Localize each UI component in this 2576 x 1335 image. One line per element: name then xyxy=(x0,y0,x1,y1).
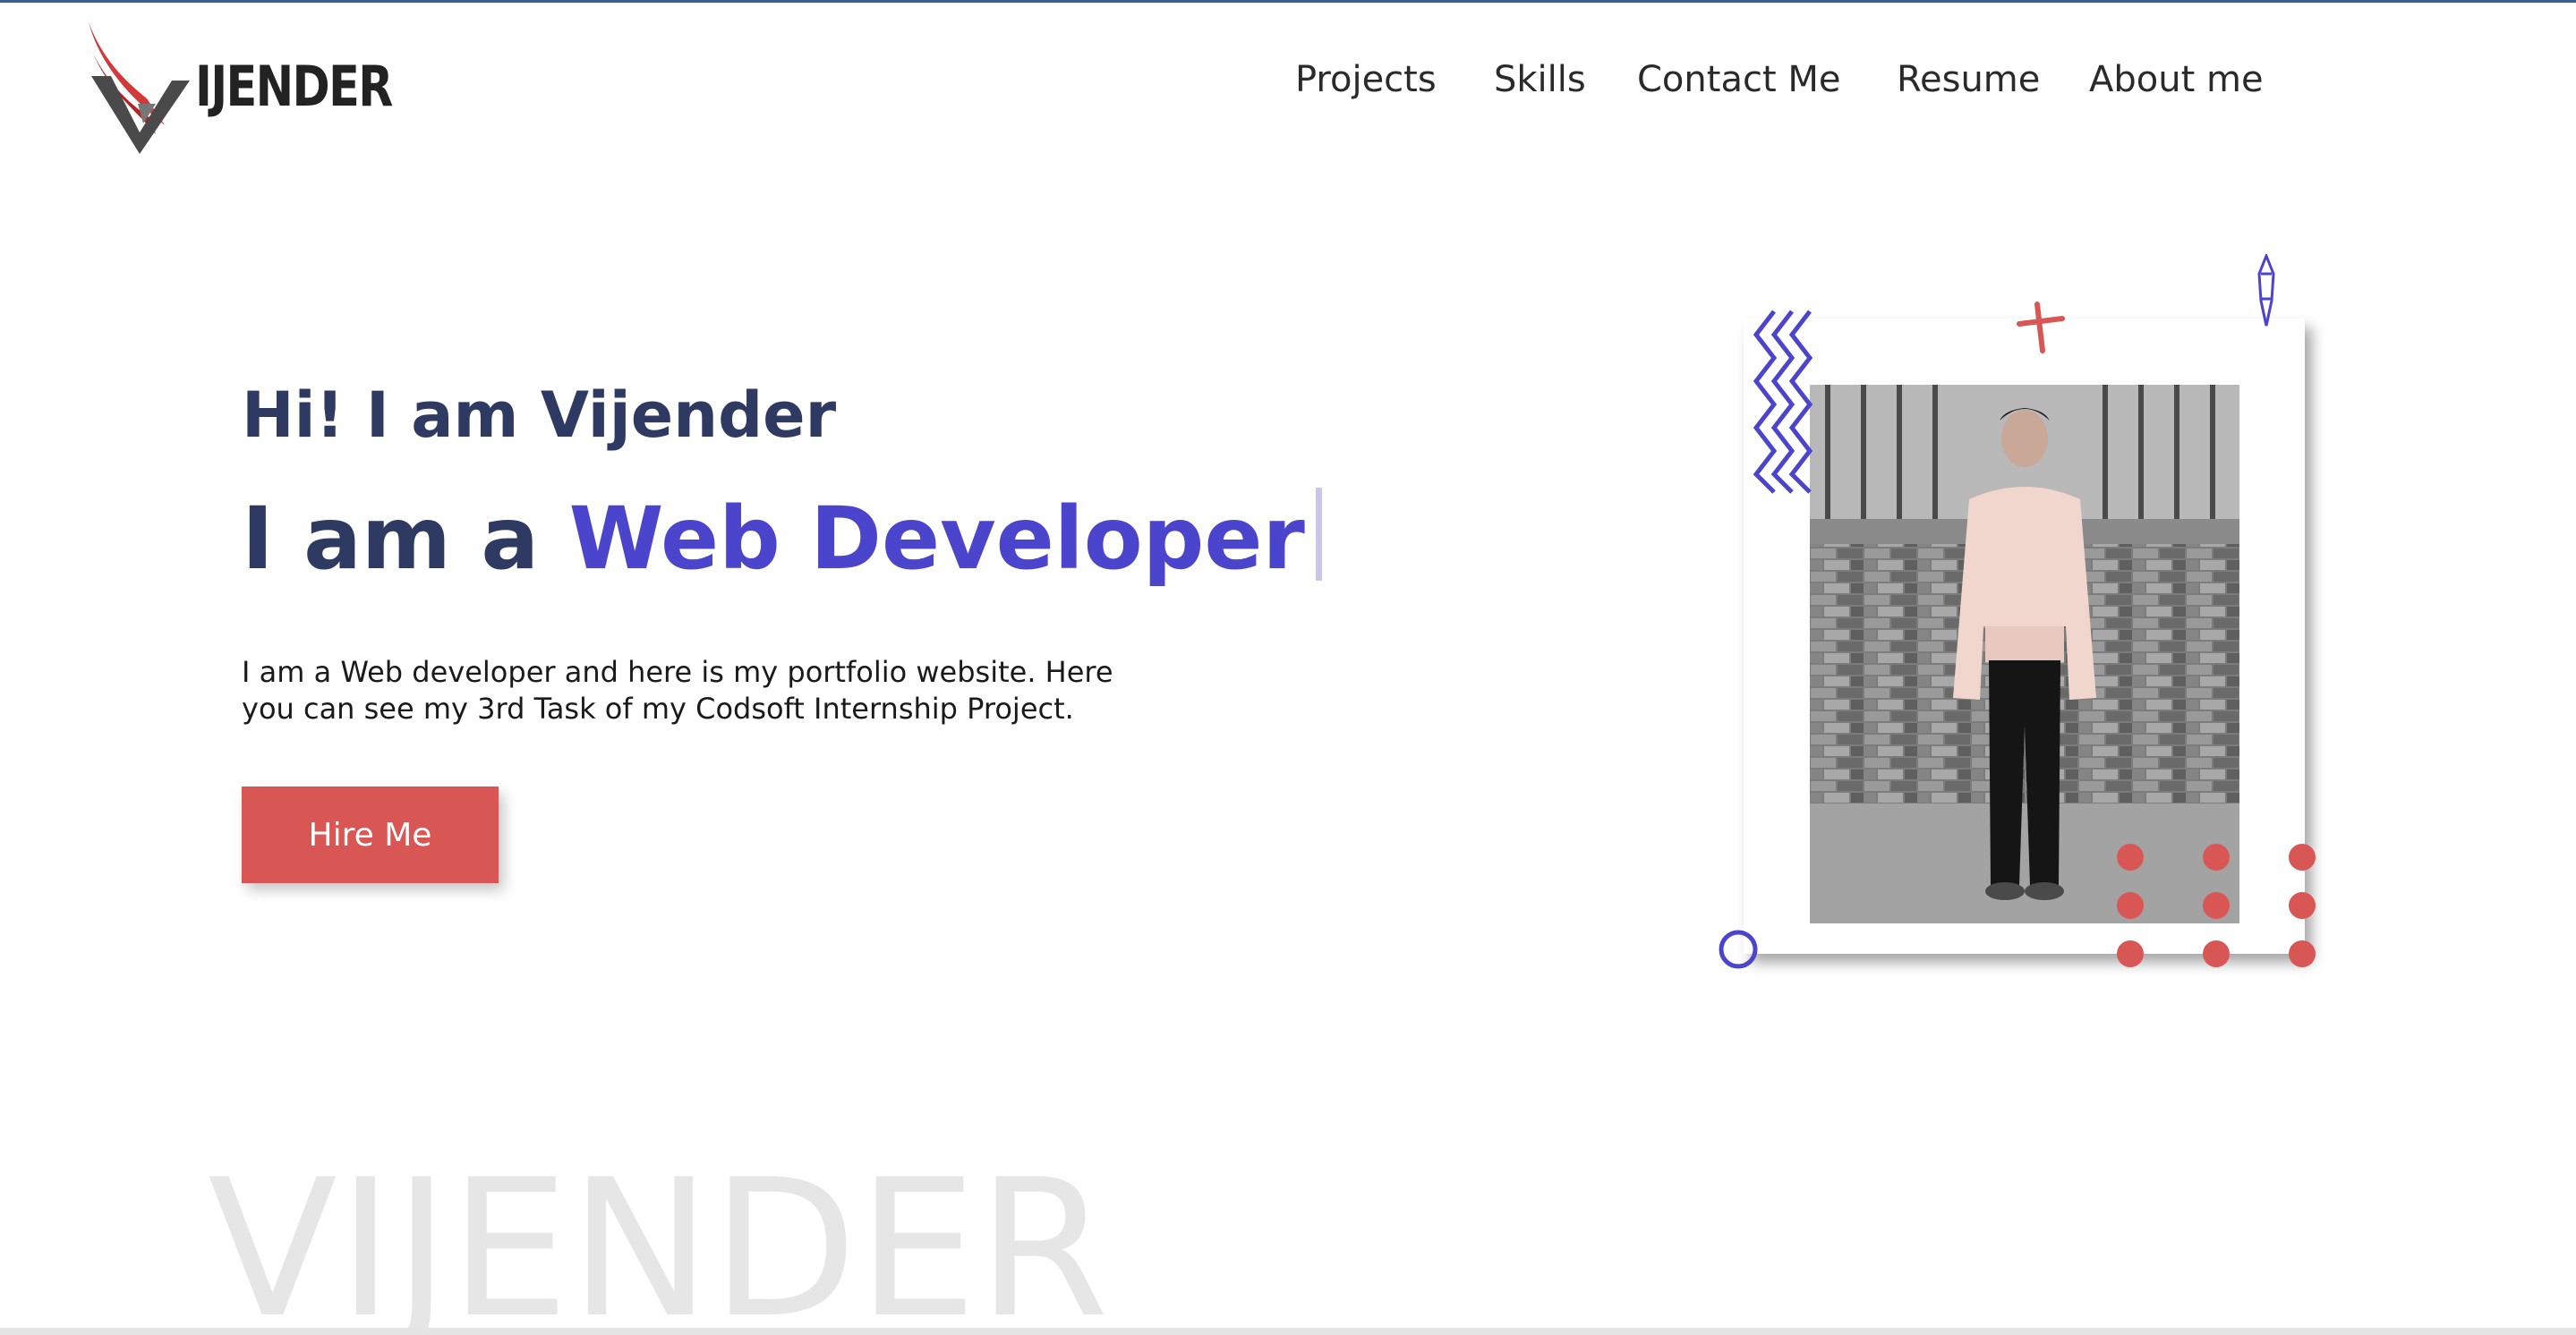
dot-grid-decoration-icon xyxy=(2117,844,2316,967)
circle-decoration-icon xyxy=(1719,930,1758,969)
role-prefix: I am a xyxy=(242,489,569,589)
diamond-decoration-icon xyxy=(2257,254,2275,327)
role-highlight: Web Developer xyxy=(568,489,1305,589)
zigzag-decoration-icon xyxy=(1753,310,1813,494)
nav-resume[interactable]: Resume xyxy=(1897,59,2040,100)
nav-projects[interactable]: Projects xyxy=(1295,59,1437,100)
top-border xyxy=(0,0,2576,3)
nav-skills[interactable]: Skills xyxy=(1494,59,1586,100)
bottom-divider xyxy=(0,1328,2576,1335)
main-navigation: Projects Skills Contact Me Resume About … xyxy=(0,59,2576,113)
nav-about-me[interactable]: About me xyxy=(2089,59,2264,100)
hero-greeting: Hi! I am Vijender xyxy=(242,378,837,452)
portfolio-page: IJENDER Projects Skills Contact Me Resum… xyxy=(0,0,2576,1335)
background-watermark: VIJENDER xyxy=(208,1138,1110,1335)
hire-me-button[interactable]: Hire Me xyxy=(242,787,499,883)
plus-decoration-icon xyxy=(2017,302,2065,353)
hero-role: I am a Web Developer xyxy=(242,488,1322,589)
hero-description: I am a Web developer and here is my port… xyxy=(242,655,1113,726)
nav-contact-me[interactable]: Contact Me xyxy=(1637,59,1840,100)
typing-cursor xyxy=(1315,488,1322,581)
